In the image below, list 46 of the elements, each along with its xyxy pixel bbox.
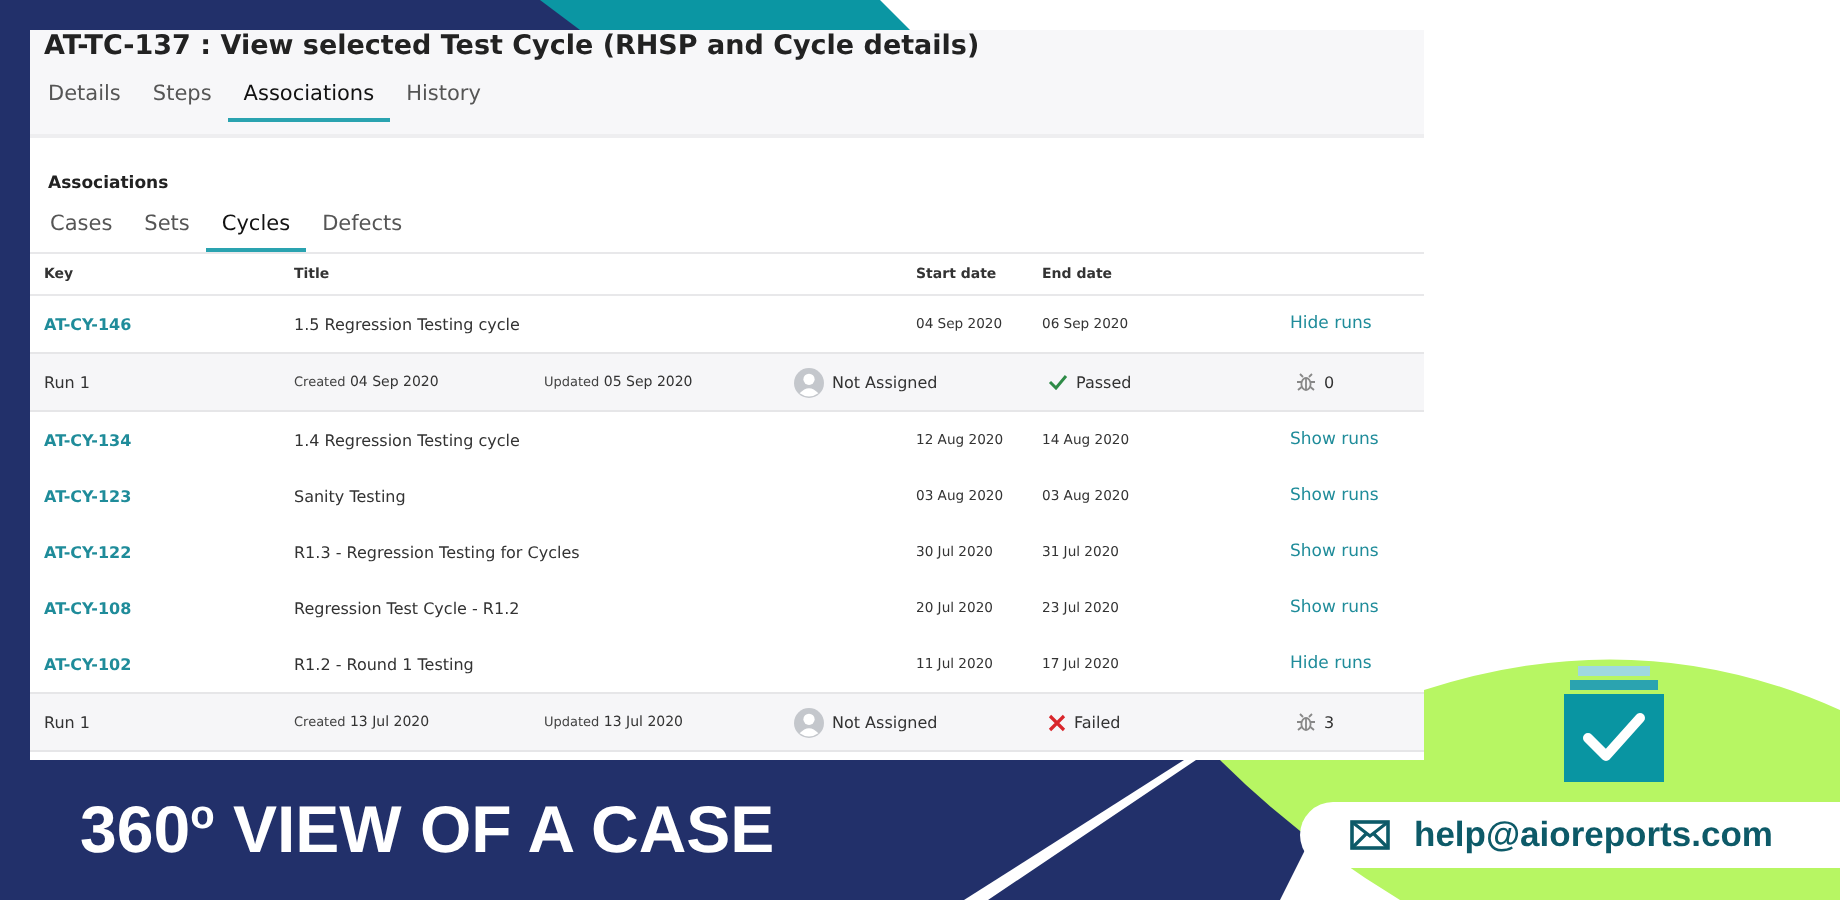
toggle-runs-link[interactable]: Show runs [1290,486,1379,506]
cross-icon [1048,713,1066,731]
tab[interactable]: History [390,74,497,122]
table-cell-text: R1.2 - Round 1 Testing [294,655,476,673]
cycle-key-link[interactable]: AT-CY-134 [44,431,132,449]
table-cell-text: Sanity Testing [294,487,408,505]
assignee-name: Not Assigned [832,713,938,731]
toggle-runs-link[interactable]: Show runs [1290,430,1379,450]
table-cell-text: 1.4 Regression Testing cycle [294,431,522,449]
toggle-runs-link[interactable]: Hide runs [1290,314,1372,334]
bug-icon [1296,372,1316,392]
email-address: help@aioreports.com [1414,813,1773,855]
table-cell-text: 1.5 Regression Testing cycle [294,315,522,333]
run-name: Run 1 [44,713,92,731]
toggle-runs-link[interactable]: Show runs [1290,542,1379,562]
avatar-icon [794,707,824,737]
tab[interactable]: Associations [227,74,391,122]
page-title: AT-TC-137 : View selected Test Cycle (RHSP and Cycle details) [44,30,982,62]
section-heading: Associations [48,174,171,194]
toggle-runs-link[interactable]: Show runs [1290,598,1379,618]
bug-icon [1296,712,1316,732]
tab[interactable]: Cycles [205,204,307,252]
table-cell-text: R1.3 - Regression Testing for Cycles [294,543,582,561]
tab[interactable]: Steps [136,74,228,122]
tab[interactable]: Details [44,74,137,122]
tab[interactable]: Sets [128,204,206,252]
run-status: Passed [1076,373,1132,391]
tab[interactable]: Cases [44,204,129,252]
defect-count: 0 [1324,373,1335,391]
cycle-key-link[interactable]: AT-CY-146 [44,315,132,333]
assignee-name: Not Assigned [832,373,938,391]
banner-title: 360$^{o}$ VIEW OF A CASE [78,792,775,868]
cycle-key-link[interactable]: AT-CY-108 [44,599,132,617]
toggle-runs-link[interactable]: Hide runs [1290,654,1372,674]
table-cell-text: Regression Test Cycle - R1.2 [294,599,522,617]
run-name: Run 1 [44,373,92,391]
avatar-icon [794,367,824,397]
cycle-key-link[interactable]: AT-CY-122 [44,543,132,561]
tab[interactable]: Defects [306,204,419,252]
check-document-icon [1564,666,1664,782]
mail-icon [1350,819,1390,849]
cycle-key-link[interactable]: AT-CY-102 [44,655,132,673]
cycle-key-link[interactable]: AT-CY-123 [44,487,132,505]
defect-count: 3 [1324,713,1335,731]
check-icon [1048,374,1068,390]
run-status: Failed [1074,713,1121,731]
